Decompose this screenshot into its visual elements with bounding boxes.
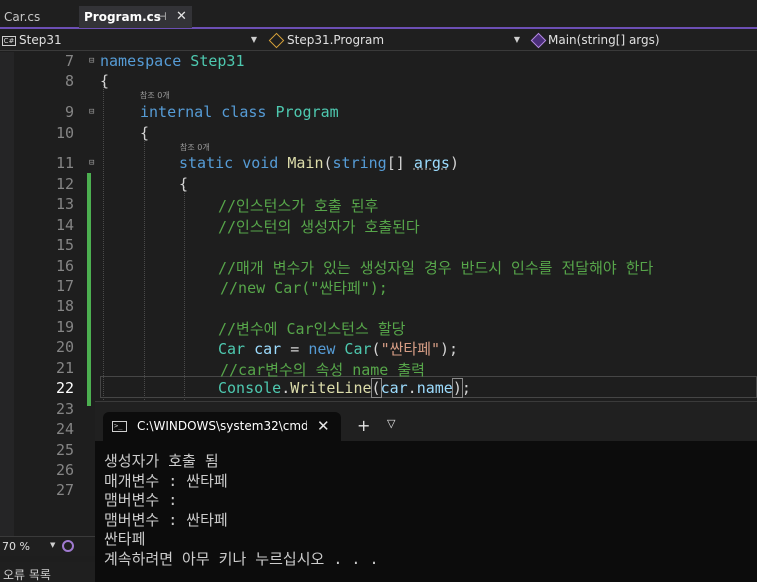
indicator-margin xyxy=(0,52,14,536)
pin-icon[interactable]: ⊣ xyxy=(157,6,167,28)
line-number: 7 xyxy=(64,52,74,70)
close-icon[interactable]: ✕ xyxy=(176,6,187,28)
code-line-21: //car변수의 속성 name 출력 xyxy=(220,361,425,379)
code-line-12: { xyxy=(179,175,189,193)
line-number: 15 xyxy=(55,236,74,254)
console-tab[interactable]: >_ C:\WINDOWS\system32\cmd.exe ✕ xyxy=(103,412,341,441)
code-line-20: Car car = new Car("싼타페"); xyxy=(218,340,459,358)
line-number: 9 xyxy=(64,103,74,121)
close-icon[interactable]: ✕ xyxy=(317,417,330,435)
console-title-bar[interactable]: >_ C:\WINDOWS\system32\cmd.exe ✕ + ▽ xyxy=(95,402,757,441)
console-window[interactable]: >_ C:\WINDOWS\system32\cmd.exe ✕ + ▽ 생성자… xyxy=(95,401,757,582)
code-line-19: //변수에 Car인스턴스 할당 xyxy=(218,320,406,338)
code-line-13: //인스턴스가 호출 된후 xyxy=(218,197,379,215)
line-number: 21 xyxy=(55,359,74,377)
console-output-line: 생성자가 호출 됨 xyxy=(104,452,219,470)
line-number: 23 xyxy=(55,400,74,418)
error-list-tab[interactable]: 오류 목록 xyxy=(0,562,95,582)
code-line-8: { xyxy=(100,72,110,90)
line-number: 11 xyxy=(55,154,74,172)
new-tab-button[interactable]: + xyxy=(357,416,370,435)
console-output-line: 맴버변수 : 싼타페 xyxy=(104,510,228,529)
code-line-10: { xyxy=(140,124,150,142)
tab-label: Car.cs xyxy=(4,10,41,24)
zoom-bar: 70 % ▼ xyxy=(0,536,95,556)
method-icon xyxy=(530,32,547,49)
line-number: 25 xyxy=(55,441,74,459)
line-number: 14 xyxy=(55,216,74,234)
line-number-current: 22 xyxy=(55,379,74,397)
line-number: 10 xyxy=(55,124,74,142)
collapse-toggle-icon[interactable]: ⊟ xyxy=(89,108,98,117)
console-output-line: 맴버변수 : xyxy=(104,491,178,509)
code-line-16: //매개 변수가 있는 생성자일 경우 반드시 인수를 전달해야 한다 xyxy=(218,259,654,277)
collapse-toggle-icon[interactable]: ⊟ xyxy=(89,57,98,66)
line-number: 24 xyxy=(55,420,74,438)
line-number: 26 xyxy=(55,461,74,479)
line-number: 12 xyxy=(55,175,74,193)
project-name: Step31 xyxy=(19,33,62,47)
dropdown-arrow-icon: ▼ xyxy=(513,35,520,44)
tab-car-cs[interactable]: Car.cs xyxy=(0,6,78,28)
member-name: Main(string[] args) xyxy=(548,33,660,47)
dropdown-arrow-icon[interactable]: ▼ xyxy=(50,541,55,549)
console-output: 생성자가 호출 됨 매개변수 : 싼타페 맴버변수 : 맴버변수 : 싼타페 싼… xyxy=(104,452,754,569)
dropdown-arrow-icon: ▼ xyxy=(250,35,257,44)
console-output-line: 싼타페 xyxy=(104,530,146,548)
zoom-level-dropdown[interactable]: 70 % xyxy=(2,540,30,553)
class-name: Step31.Program xyxy=(287,33,385,47)
csharp-project-icon: C# xyxy=(2,35,16,46)
line-number: 13 xyxy=(55,195,74,213)
copilot-icon[interactable] xyxy=(62,540,74,552)
navigation-bar: C# Step31 ▼ Step31.Program ▼ Main(string[… xyxy=(0,29,757,51)
console-output-line: 계속하려면 아무 키나 누르십시오 . . . xyxy=(104,549,379,568)
code-line-11: static void Main(string[] args) xyxy=(179,154,459,172)
code-line-17: //new Car("싼타페"); xyxy=(220,279,388,297)
line-number: 18 xyxy=(55,297,74,315)
chevron-down-icon[interactable]: ▽ xyxy=(387,417,395,430)
console-output-line: 매개변수 : 싼타페 xyxy=(104,471,228,490)
line-number: 19 xyxy=(55,318,74,336)
codelens-references[interactable]: 참조 0개 xyxy=(180,142,210,153)
class-icon xyxy=(268,32,285,49)
code-line-9: internal class Program xyxy=(140,103,339,121)
collapse-toggle-icon[interactable]: ⊟ xyxy=(89,159,98,168)
project-dropdown[interactable]: C# Step31 ▼ xyxy=(2,31,260,49)
member-dropdown[interactable]: Main(string[] args) xyxy=(529,31,757,49)
codelens-references[interactable]: 참조 0개 xyxy=(140,90,170,101)
error-list-label: 오류 목록 xyxy=(3,568,51,582)
line-number: 8 xyxy=(64,72,74,90)
line-number: 20 xyxy=(55,338,74,356)
document-tab-bar: Car.cs Program.cs ⊣ ✕ xyxy=(0,0,757,29)
line-number: 27 xyxy=(55,481,74,499)
tab-label: Program.cs xyxy=(84,10,161,24)
code-line-7: namespace Step31 xyxy=(100,52,245,70)
class-dropdown[interactable]: Step31.Program ▼ xyxy=(265,31,523,49)
line-number: 16 xyxy=(55,257,74,275)
line-number-gutter: 7 8 9 10 11 12 13 14 15 16 17 18 19 20 2… xyxy=(14,52,84,536)
line-number: 17 xyxy=(55,277,74,295)
tab-program-cs[interactable]: Program.cs ⊣ ✕ xyxy=(79,6,192,28)
terminal-icon: >_ xyxy=(112,421,127,432)
console-tab-title: C:\WINDOWS\system32\cmd.exe xyxy=(137,419,307,433)
code-line-22: Console.WriteLine(car.name); xyxy=(218,378,471,398)
code-line-14: //인스턴의 생성자가 호출된다 xyxy=(218,218,420,236)
change-tracking-bar xyxy=(87,173,91,406)
